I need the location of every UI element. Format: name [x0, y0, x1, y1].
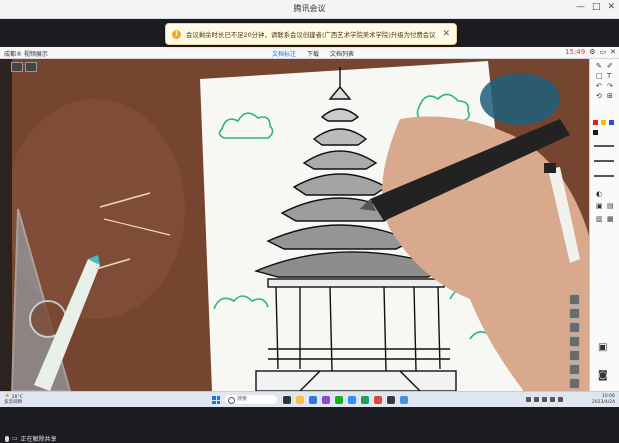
- window-controls: — □ ✕: [576, 2, 615, 12]
- shape-tool-icon[interactable]: □: [596, 72, 603, 80]
- tab-annotate[interactable]: 文档标注: [272, 49, 296, 58]
- search-icon: [228, 397, 235, 404]
- screen-share-bar: 成都® 视频展示 文档标注 下载 文档列表 15:49 ⚙ ▭ ✕: [0, 47, 619, 59]
- warning-icon: !: [172, 29, 181, 39]
- camera-icon[interactable]: ▣: [598, 342, 607, 353]
- edge-icon[interactable]: [309, 396, 317, 404]
- notice-text: 会议剩余时长已不足20分钟，请联系会议创建者(广西艺术学院美术学院)升级为付费会…: [186, 30, 437, 39]
- network-icon[interactable]: [526, 397, 531, 402]
- zoom-icon[interactable]: [569, 294, 580, 305]
- clear-icon[interactable]: [569, 350, 580, 361]
- window-title: 腾讯会议: [293, 4, 326, 13]
- screenshot-icon[interactable]: ◙: [598, 370, 608, 381]
- windows-taskbar: ☀ 28°C 多云间晴 搜索 10:06 2023/4/24: [0, 391, 619, 408]
- share-status: ▭ 正在解除共享: [5, 434, 57, 443]
- export-icon[interactable]: ▤: [607, 202, 614, 210]
- minimize-button[interactable]: —: [576, 2, 585, 12]
- shared-video: [0, 59, 589, 391]
- maximize-button[interactable]: □: [592, 2, 601, 12]
- notice-close-icon[interactable]: ✕: [442, 29, 450, 39]
- delete-icon[interactable]: ▥: [596, 215, 603, 223]
- pen-icon[interactable]: [569, 322, 580, 333]
- app-icon-2[interactable]: [387, 396, 395, 404]
- notification-icon[interactable]: [558, 397, 563, 402]
- stroke-slider[interactable]: [594, 145, 614, 147]
- system-tray: [526, 397, 563, 402]
- color-blue[interactable]: [609, 120, 614, 125]
- file-explorer-icon[interactable]: [296, 396, 304, 404]
- clock[interactable]: 10:06 2023/4/24: [592, 394, 615, 405]
- task-view-icon[interactable]: [283, 396, 291, 404]
- text-tool-icon[interactable]: T: [607, 72, 611, 80]
- grid-tool-icon[interactable]: ⊞: [607, 92, 613, 100]
- reset-icon[interactable]: ⟲: [596, 92, 602, 100]
- redo-icon[interactable]: ↷: [607, 82, 613, 90]
- close-share-icon[interactable]: ✕: [610, 48, 616, 56]
- color-red[interactable]: [593, 120, 598, 125]
- color-black[interactable]: [593, 130, 598, 135]
- store-icon[interactable]: [322, 396, 330, 404]
- app-icon-3[interactable]: [400, 396, 408, 404]
- share-timer: 15:49: [565, 48, 586, 56]
- meeting-time-notice: ! 会议剩余时长已不足20分钟，请联系会议创建者(广西艺术学院美术学院)升级为付…: [165, 23, 457, 45]
- record-icon[interactable]: [569, 308, 580, 319]
- share-source-label: 成都® 视频展示: [4, 51, 48, 58]
- save-icon[interactable]: ▣: [596, 202, 603, 210]
- weather-desc: 多云间晴: [4, 400, 22, 405]
- excel-icon[interactable]: [361, 396, 369, 404]
- trash-icon[interactable]: ▦: [607, 215, 614, 223]
- drawing-scene: [0, 59, 589, 391]
- view-speaker-icon[interactable]: [25, 62, 37, 72]
- volume-icon[interactable]: [534, 397, 539, 402]
- video-side-controls: [569, 294, 581, 392]
- close-window-button[interactable]: ✕: [607, 2, 615, 12]
- more-icon[interactable]: [569, 364, 580, 375]
- weather-widget[interactable]: ☀ 28°C 多云间晴: [4, 392, 23, 406]
- weather-sun-icon: ☀: [4, 392, 11, 400]
- tencent-meeting-icon[interactable]: [348, 396, 356, 404]
- window-icon[interactable]: ▭: [600, 48, 607, 56]
- meeting-bottom-bar: ▭ 正在解除共享: [0, 407, 619, 443]
- tab-download[interactable]: 下载: [307, 49, 319, 58]
- app-icon[interactable]: [374, 396, 382, 404]
- marker-tool-icon[interactable]: ✐: [607, 62, 613, 70]
- toggle-icon[interactable]: ◐: [596, 190, 602, 198]
- pen-tool-icon[interactable]: ✎: [596, 62, 602, 70]
- ime-icon[interactable]: [550, 397, 555, 402]
- hand-icon[interactable]: [569, 336, 580, 347]
- clock-date: 2023/4/24: [591, 399, 615, 405]
- layout-icon[interactable]: [569, 378, 580, 389]
- windows-start-icon[interactable]: [212, 396, 220, 404]
- opacity-slider[interactable]: [594, 160, 614, 162]
- view-grid-icon[interactable]: [11, 62, 23, 72]
- undo-icon[interactable]: ↶: [596, 82, 602, 90]
- share-bar-controls: 15:49 ⚙ ▭ ✕: [565, 48, 616, 56]
- view-switch: [11, 62, 37, 72]
- battery-icon[interactable]: [542, 397, 547, 402]
- window-titlebar: 腾讯会议 — □ ✕: [0, 0, 619, 19]
- tab-doc-list[interactable]: 文档列表: [330, 49, 354, 58]
- color-yellow[interactable]: [601, 120, 606, 125]
- size-slider[interactable]: [594, 175, 614, 177]
- wechat-icon[interactable]: [335, 396, 343, 404]
- gear-icon[interactable]: ⚙: [589, 48, 595, 56]
- share-status-text: 正在解除共享: [20, 436, 57, 443]
